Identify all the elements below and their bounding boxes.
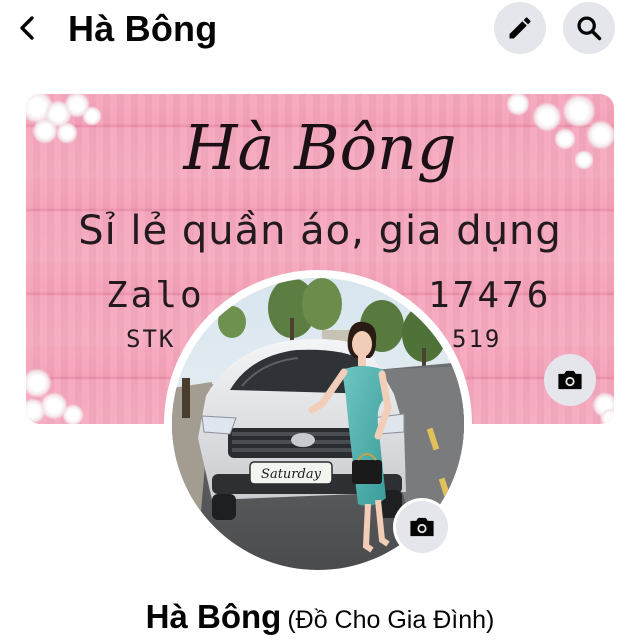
chevron-left-icon [20, 16, 34, 40]
search-icon [577, 16, 602, 41]
license-plate-text: Saturday [261, 467, 322, 482]
cover-stk-number: 519 [452, 325, 502, 353]
flower-decoration [600, 408, 614, 424]
profile-name: Hà Bông (Đồ Cho Gia Đình) [0, 598, 640, 636]
edit-cover-photo-button[interactable] [544, 354, 596, 406]
camera-icon [410, 517, 434, 537]
camera-icon [558, 370, 582, 390]
edit-profile-picture-button[interactable] [396, 501, 448, 553]
cover-zalo-label: Zalo [106, 275, 205, 316]
profile-alternate-name: (Đồ Cho Gia Đình) [287, 606, 495, 634]
edit-button[interactable] [494, 2, 546, 54]
search-button[interactable] [563, 2, 615, 54]
cover-stk-label: STK [126, 325, 176, 353]
flower-decoration [62, 404, 84, 424]
cover-zalo-number: 17476 [428, 275, 552, 316]
top-bar: Hà Bông [0, 0, 640, 62]
cover-title: Hà Bông [183, 111, 457, 184]
pencil-icon [509, 17, 531, 39]
page-title: Hà Bông [68, 8, 218, 49]
cover-subtitle: Sỉ lẻ quần áo, gia dụng [78, 208, 562, 254]
back-button[interactable] [10, 10, 46, 46]
profile-name-main: Hà Bông [145, 598, 282, 635]
